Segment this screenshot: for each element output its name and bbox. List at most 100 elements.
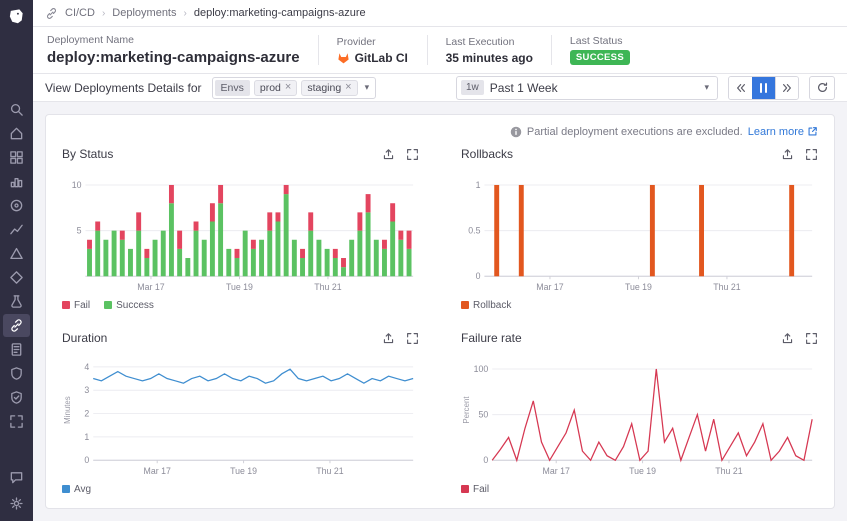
svg-text:50: 50 [479, 410, 489, 420]
search-icon [9, 102, 24, 117]
sidebar [0, 0, 33, 521]
pause-button[interactable] [752, 77, 775, 99]
sidebar-item-home[interactable] [3, 122, 30, 145]
failure-rate-chart[interactable]: 050100Mar 17Tue 19Thu 21Percent [461, 350, 818, 478]
charts-card: Partial deployment executions are exclud… [45, 114, 835, 509]
cicd-breadcrumb-icon [45, 7, 58, 20]
external-link-icon [807, 126, 818, 137]
export-icon[interactable] [781, 332, 794, 345]
svg-text:Thu 21: Thu 21 [316, 466, 343, 476]
sidebar-item-search[interactable] [3, 98, 30, 121]
sidebar-item-monitors[interactable] [3, 242, 30, 265]
breadcrumb-cicd[interactable]: CI/CD [65, 7, 95, 19]
page-title: deploy:marketing-campaigns-azure [47, 49, 300, 66]
expand-icon[interactable] [406, 332, 419, 345]
export-icon[interactable] [382, 332, 395, 345]
export-icon[interactable] [382, 148, 395, 161]
chat-icon [9, 470, 24, 485]
env-filter-dropdown[interactable]: Envs prod × staging × ▾ [212, 77, 377, 99]
by-status-legend: Fail Success [62, 296, 419, 314]
learn-more-link[interactable]: Learn more [748, 126, 818, 138]
metrics-icon [9, 222, 24, 237]
backward-button[interactable] [729, 77, 752, 99]
by-status-chart[interactable]: 510Mar 17Tue 19Thu 21 [62, 166, 419, 294]
ux-icon [9, 270, 24, 285]
rollbacks-svg: 00.51Mar 17Tue 19Thu 21 [461, 166, 818, 294]
export-icon[interactable] [781, 148, 794, 161]
sidebar-item-apm[interactable] [3, 194, 30, 217]
duration-svg: 01234Mar 17Tue 19Thu 21Minutes [62, 350, 419, 478]
chart-title: Failure rate [461, 331, 522, 345]
sidebar-item-synthetics[interactable] [3, 290, 30, 313]
refresh-button[interactable] [809, 76, 835, 100]
svg-text:Mar 17: Mar 17 [543, 466, 570, 476]
svg-text:1: 1 [476, 180, 481, 190]
time-range-label: Past 1 Week [490, 81, 696, 95]
expand-icon[interactable] [805, 332, 818, 345]
dashboards-icon [9, 150, 24, 165]
legend-item[interactable]: Fail [62, 300, 90, 311]
remove-env-icon[interactable]: × [285, 82, 291, 93]
home-icon [9, 126, 24, 141]
legend-swatch [62, 301, 70, 309]
charts-grid: By Status 510Mar 17Tue 19Thu 21 FailSucc… [62, 142, 818, 498]
svg-text:100: 100 [474, 364, 489, 374]
sidebar-item-compliance[interactable] [3, 386, 30, 409]
main-column: CI/CD › Deployments › deploy:marketing-c… [33, 0, 847, 521]
legend-item[interactable]: Fail [461, 484, 489, 495]
refresh-icon [816, 81, 829, 94]
svg-text:3: 3 [84, 385, 89, 395]
sidebar-item-cicd[interactable] [3, 314, 30, 337]
chart-panel-by-status: By Status 510Mar 17Tue 19Thu 21 FailSucc… [62, 142, 419, 314]
chart-panel-duration: Duration 01234Mar 17Tue 19Thu 21Minutes … [62, 326, 419, 498]
svg-text:1: 1 [84, 432, 89, 442]
remove-env-icon[interactable]: × [345, 82, 351, 93]
legend-item[interactable]: Rollback [461, 300, 511, 311]
env-chip-staging[interactable]: staging × [301, 80, 357, 96]
sidebar-item-chat[interactable] [3, 466, 30, 489]
double-chevron-left-icon [735, 82, 747, 94]
expand-icon[interactable] [805, 148, 818, 161]
forward-button[interactable] [775, 77, 798, 99]
time-range-dropdown[interactable]: 1w Past 1 Week ▾ [456, 76, 718, 100]
legend-item[interactable]: Avg [62, 484, 91, 495]
sidebar-item-ux[interactable] [3, 266, 30, 289]
sidebar-nav [3, 98, 30, 433]
note-row: Partial deployment executions are exclud… [62, 125, 818, 138]
duration-chart[interactable]: 01234Mar 17Tue 19Thu 21Minutes [62, 350, 419, 478]
breadcrumb: CI/CD › Deployments › deploy:marketing-c… [33, 0, 847, 27]
deployment-name-group: Deployment Name deploy:marketing-campaig… [47, 34, 300, 66]
legend-label: Fail [473, 484, 489, 495]
provider-value: GitLab CI [355, 51, 408, 65]
last-execution-value: 35 minutes ago [446, 51, 533, 65]
legend-item[interactable]: Success [104, 300, 154, 311]
rollbacks-legend: Rollback [461, 296, 818, 314]
breadcrumb-current: deploy:marketing-campaigns-azure [194, 7, 366, 19]
last-execution-group: Last Execution 35 minutes ago [446, 36, 533, 65]
sidebar-item-settings[interactable] [3, 492, 30, 515]
divider [427, 35, 428, 65]
sidebar-item-infrastructure[interactable] [3, 170, 30, 193]
sidebar-item-logs[interactable] [3, 338, 30, 361]
env-chip-label: prod [260, 82, 281, 94]
synthetics-icon [9, 294, 24, 309]
sidebar-item-expand[interactable] [3, 410, 30, 433]
breadcrumb-deployments[interactable]: Deployments [112, 7, 176, 19]
legend-label: Success [116, 300, 154, 311]
rollbacks-chart[interactable]: 00.51Mar 17Tue 19Thu 21 [461, 166, 818, 294]
sidebar-item-metrics[interactable] [3, 218, 30, 241]
apm-icon [9, 198, 24, 213]
expand-icon[interactable] [406, 148, 419, 161]
svg-text:4: 4 [84, 362, 89, 372]
env-chip-prod[interactable]: prod × [254, 80, 297, 96]
view-details-label: View Deployments Details for [45, 81, 202, 95]
sidebar-item-security[interactable] [3, 362, 30, 385]
app-root: CI/CD › Deployments › deploy:marketing-c… [0, 0, 847, 521]
sidebar-item-dashboards[interactable] [3, 146, 30, 169]
svg-text:Tue 19: Tue 19 [629, 466, 656, 476]
time-scrub-controls [728, 76, 799, 100]
datadog-logo[interactable] [0, 0, 33, 34]
env-filter-key: Envs [215, 80, 250, 96]
svg-text:0: 0 [476, 271, 481, 281]
learn-more-label: Learn more [748, 126, 804, 138]
